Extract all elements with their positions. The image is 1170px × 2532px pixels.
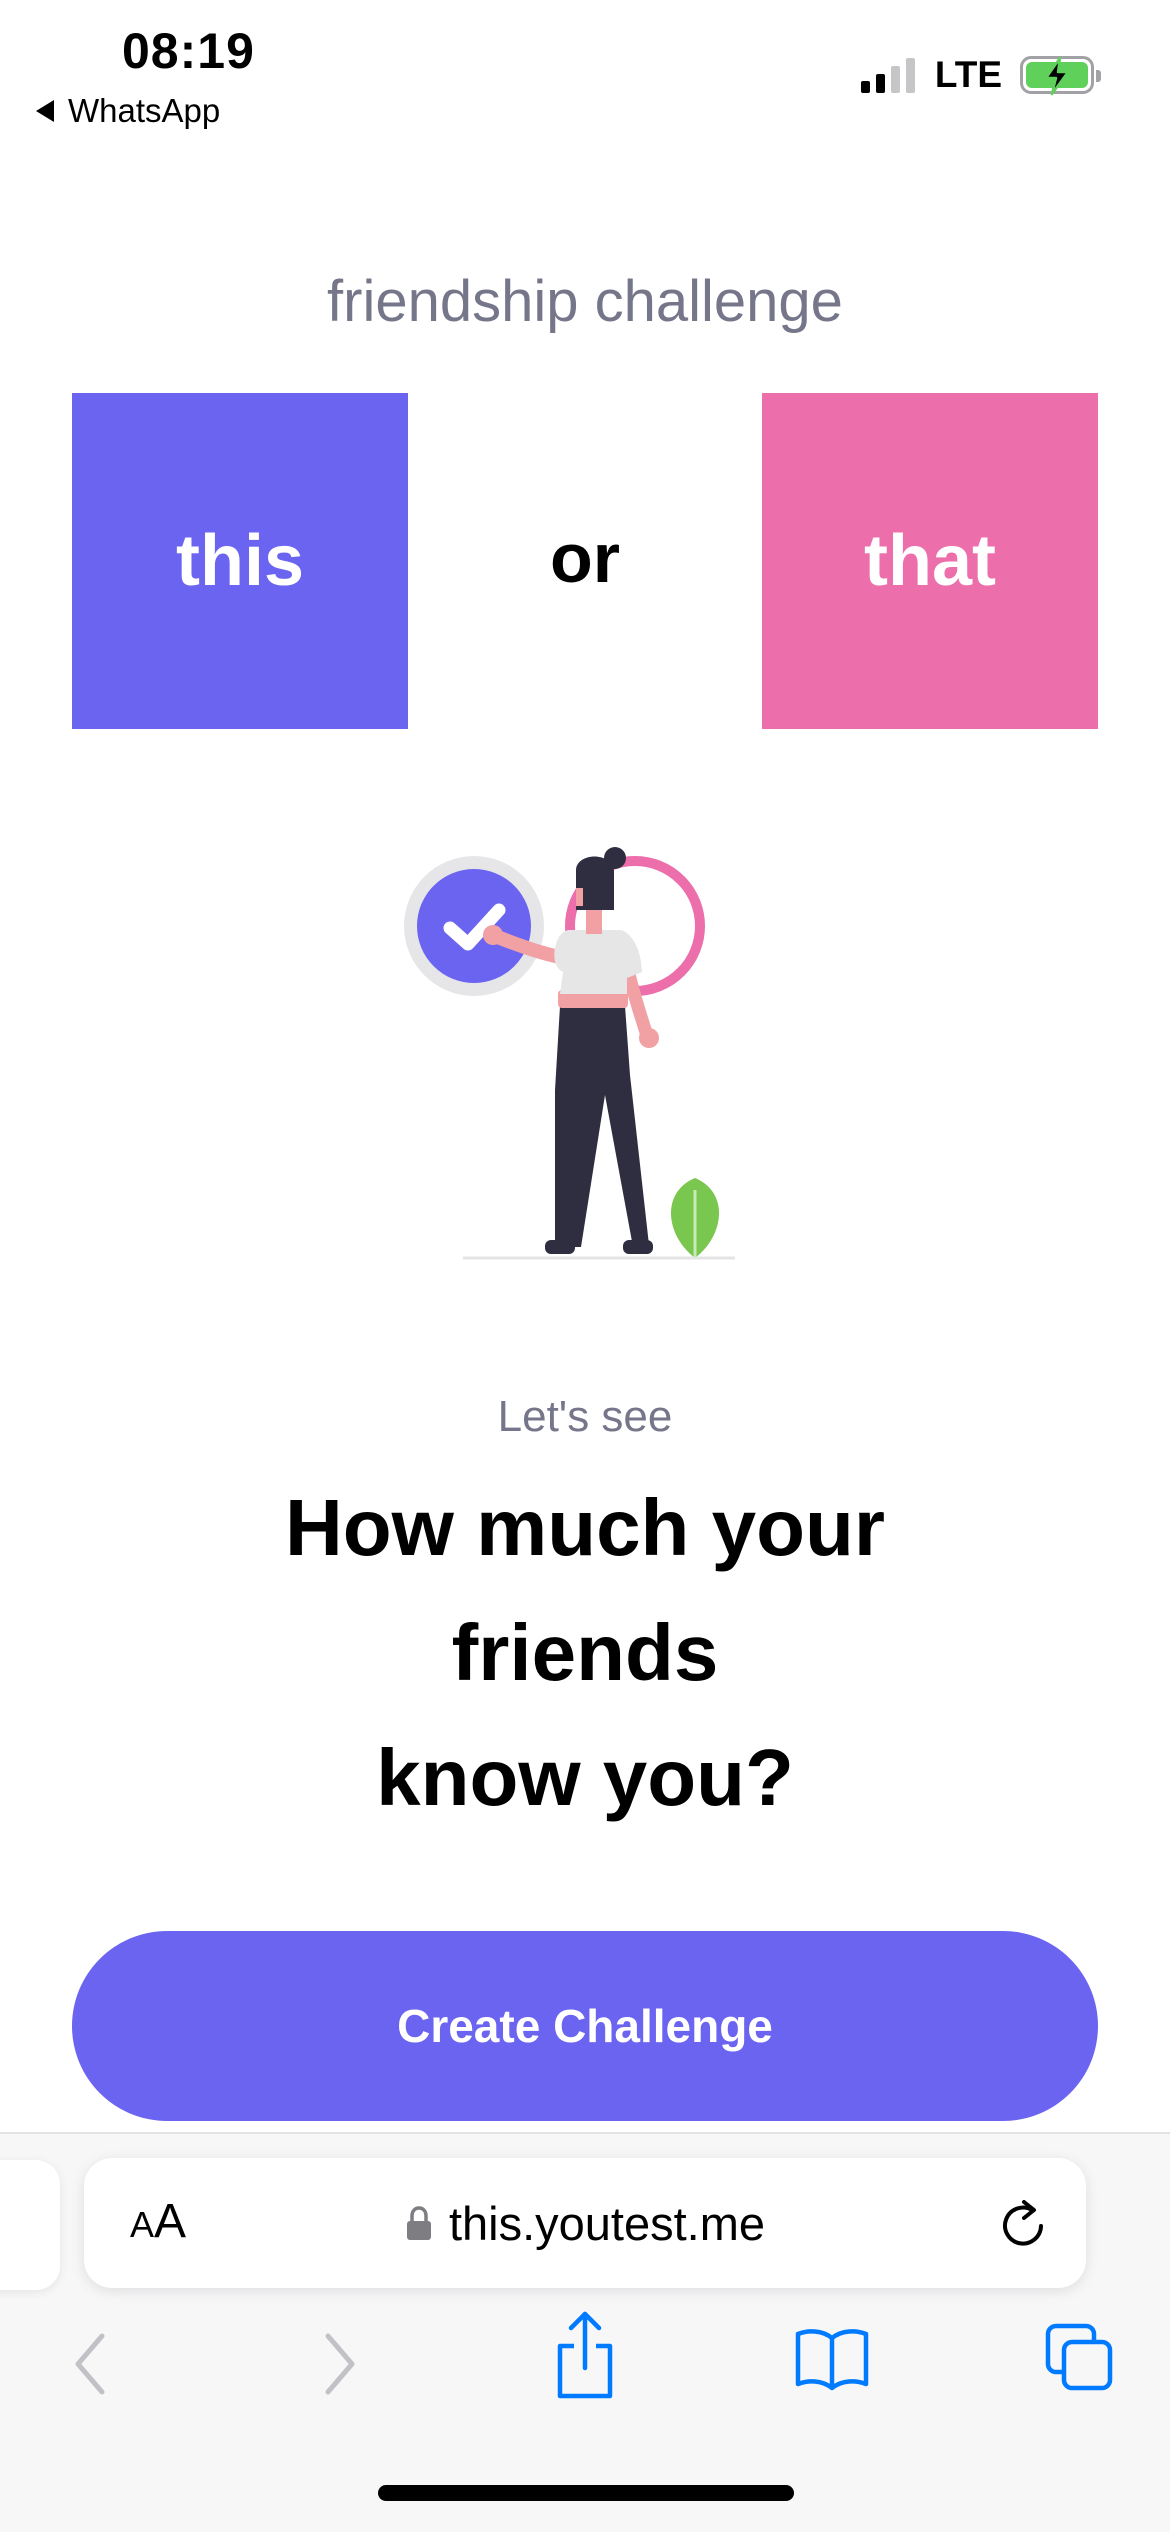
back-triangle-icon	[36, 100, 54, 122]
challenge-subtitle: friendship challenge	[327, 269, 843, 334]
back-icon[interactable]	[68, 2324, 112, 2404]
forward-icon[interactable]	[318, 2324, 362, 2404]
url-display[interactable]: this.youtest.me	[84, 2196, 1086, 2251]
share-icon[interactable]	[552, 2308, 618, 2404]
headline-line: know you?	[376, 1733, 794, 1822]
headline-line: friends	[451, 1608, 719, 1697]
home-indicator[interactable]	[378, 2485, 794, 2501]
back-app-label: WhatsApp	[68, 92, 221, 129]
cellular-signal-icon	[860, 57, 915, 93]
status-time: 08:19	[122, 23, 255, 79]
choice-that-tile: that	[762, 393, 1098, 729]
browser-toolbar: AA this.youtest.me	[0, 2132, 1170, 2532]
tabs-icon[interactable]	[1044, 2322, 1116, 2394]
woman-checkmark-illustration	[404, 847, 735, 1260]
bookmarks-icon[interactable]	[794, 2326, 870, 2392]
lock-icon	[406, 2205, 431, 2240]
create-challenge-button[interactable]: Create Challenge	[72, 1931, 1098, 2121]
address-bar[interactable]: AA this.youtest.me	[84, 2158, 1086, 2288]
lets-see-label: Let's see	[497, 1392, 673, 1441]
back-to-app-button[interactable]: WhatsApp	[36, 92, 220, 130]
battery-charging-icon	[1020, 56, 1101, 96]
headline-line: How much your	[284, 1483, 886, 1572]
network-type: LTE	[934, 54, 1002, 95]
reload-icon[interactable]	[998, 2196, 1048, 2250]
screen: 08:19 WhatsApp LTE friendship challenge …	[0, 0, 1170, 2532]
previous-tab-preview[interactable]	[0, 2160, 60, 2290]
url-text: this.youtest.me	[448, 2197, 766, 2250]
status-indicators: LTE	[860, 54, 1101, 96]
nav-row	[0, 2311, 1170, 2434]
headline: How much your friends know you?	[0, 1465, 1170, 1840]
